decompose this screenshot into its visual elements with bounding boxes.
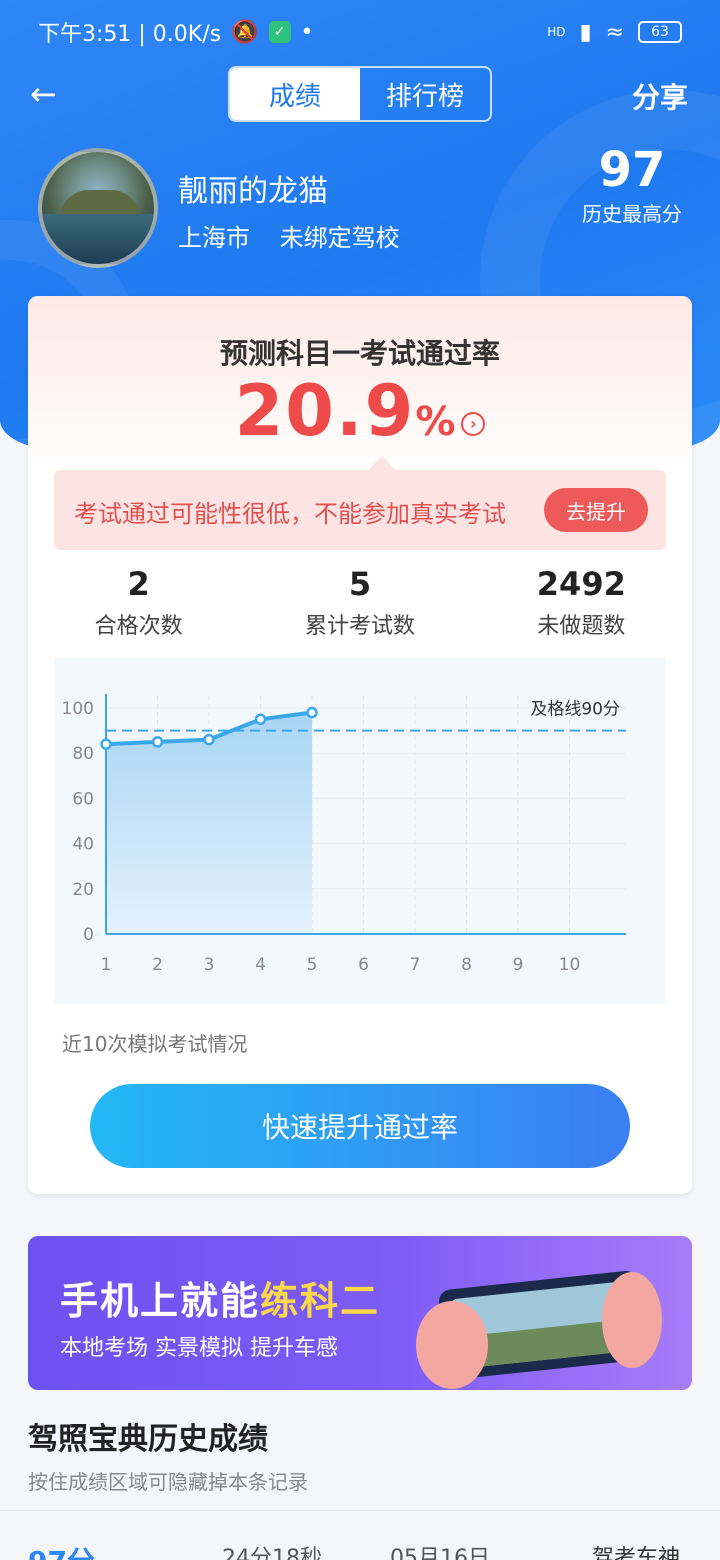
user-location: 上海市 未绑定驾校 (178, 218, 422, 253)
y-tick-label: 20 (72, 880, 94, 900)
dot-icon: • (300, 19, 314, 45)
wifi-icon: ≈ (605, 19, 624, 45)
mute-icon: 🔕 (231, 19, 259, 45)
area-fill (106, 712, 312, 934)
score-chart-svg: 0 20 40 60 80 100 1 2 3 4 5 6 7 8 9 10 及格线90分 (62, 694, 626, 975)
history-score: 97分 (28, 1540, 95, 1560)
phone-illustration (416, 1270, 662, 1389)
x-tick-label: 8 (461, 955, 472, 975)
pass-rate-value: 20.9 (234, 370, 416, 452)
x-tick-label: 2 (152, 955, 163, 975)
y-tick-label: 100 (62, 699, 94, 719)
threshold-label: 及格线90分 (530, 700, 620, 720)
status-bar: 下午3:51 | 0.0K/s 🔕 ✓ • HD ▮ ≈ 63 (0, 0, 720, 64)
segmented-tabs: 成绩 排行榜 (228, 66, 492, 122)
banner-title-highlight: 练科二 (260, 1279, 381, 1323)
x-tick-label: 10 (559, 955, 581, 975)
practice-banner[interactable]: 手机上就能练科二 本地考场 实景模拟 提升车感 (28, 1236, 692, 1390)
chevron-right-icon[interactable]: › (461, 412, 486, 436)
back-button[interactable]: ← (30, 76, 70, 112)
nav-bar: ← 成绩 排行榜 分享 (0, 64, 720, 124)
x-tick-label: 5 (307, 955, 318, 975)
history-hint: 按住成绩区域可隐藏掉本条记录 (28, 1470, 308, 1494)
warning-box: 考试通过可能性很低，不能参加真实考试 去提升 (54, 456, 666, 550)
network-label: HD (547, 25, 566, 39)
stat-value: 5 (348, 565, 372, 603)
y-tick-label: 80 (72, 744, 94, 764)
stat-label: 合格次数 (94, 614, 183, 639)
pass-rate[interactable]: 20.9% › (28, 370, 692, 452)
banner-title: 手机上就能练科二 (60, 1270, 380, 1325)
stats-row: 2 合格次数 5 累计考试数 2492 未做题数 (28, 566, 692, 646)
history-date: 05月16日 (390, 1546, 490, 1560)
best-score: 97 历史最高分 (582, 144, 682, 227)
best-score-value: 97 (598, 142, 666, 198)
card-title: 预测科目一考试通过率 (219, 337, 500, 370)
share-button[interactable]: 分享 (632, 76, 688, 116)
history-row[interactable]: 97分 24分18秒 05月16日 驾考车神 (0, 1540, 720, 1560)
y-tick-label: 40 (72, 835, 94, 855)
history-duration: 24分18秒 (222, 1546, 322, 1560)
score-chart: 0 20 40 60 80 100 1 2 3 4 5 6 7 8 9 10 及格线90分 (54, 658, 666, 1004)
y-tick-label: 60 (72, 789, 94, 809)
battery-icon: 63 (638, 21, 682, 43)
status-time: 下午3:51 | 0.0K/s (38, 22, 222, 47)
banner-title-prefix: 手机上就能 (60, 1279, 261, 1323)
x-tick-label: 6 (358, 955, 369, 975)
divider (0, 1510, 720, 1511)
pass-rate-unit: % (415, 399, 456, 445)
improve-button[interactable]: 去提升 (544, 488, 648, 532)
user-name: 靓丽的龙猫 (178, 174, 328, 209)
stat-value: 2492 (536, 565, 626, 603)
history-rank: 驾考车神 (592, 1546, 681, 1560)
banner-subtitle: 本地考场 实景模拟 提升车感 (60, 1336, 338, 1361)
tab-leaderboard[interactable]: 排行榜 (360, 68, 490, 120)
data-point (203, 733, 215, 746)
chart-caption: 近10次模拟考试情况 (62, 1032, 248, 1056)
prediction-card: 预测科目一考试通过率 20.9% › 考试通过可能性很低，不能参加真实考试 去提升… (28, 296, 692, 1194)
avatar[interactable] (38, 148, 158, 268)
signal-icon: ▮ (579, 19, 592, 45)
history-title: 驾照宝典历史成绩 (28, 1422, 268, 1457)
user-city: 上海市 (178, 224, 250, 252)
tab-score[interactable]: 成绩 (230, 68, 360, 120)
y-tick-label: 0 (83, 925, 94, 945)
improve-rate-button[interactable]: 快速提升通过率 (90, 1084, 630, 1168)
x-tick-label: 1 (101, 955, 112, 975)
shield-icon: ✓ (268, 21, 291, 43)
stat-label: 未做题数 (537, 614, 626, 639)
stat-undone-questions: 2492 未做题数 (471, 566, 692, 646)
data-point (151, 736, 164, 748)
profile-section: 靓丽的龙猫 上海市 未绑定驾校 97 历史最高分 (38, 144, 698, 268)
warning-text: 考试通过可能性很低，不能参加真实考试 (74, 500, 506, 528)
stat-pass-count: 2 合格次数 (28, 566, 249, 646)
x-tick-label: 3 (204, 955, 215, 975)
x-tick-label: 9 (513, 955, 524, 975)
x-tick-label: 4 (255, 955, 266, 975)
stat-total-exams: 5 累计考试数 (249, 566, 470, 646)
data-point (306, 706, 318, 719)
user-school[interactable]: 未绑定驾校 (280, 224, 400, 252)
stat-value: 2 (127, 565, 150, 603)
data-point (100, 738, 112, 750)
best-score-label: 历史最高分 (582, 202, 682, 226)
stat-label: 累计考试数 (304, 614, 415, 639)
x-tick-label: 7 (410, 955, 421, 975)
data-point (254, 713, 267, 726)
